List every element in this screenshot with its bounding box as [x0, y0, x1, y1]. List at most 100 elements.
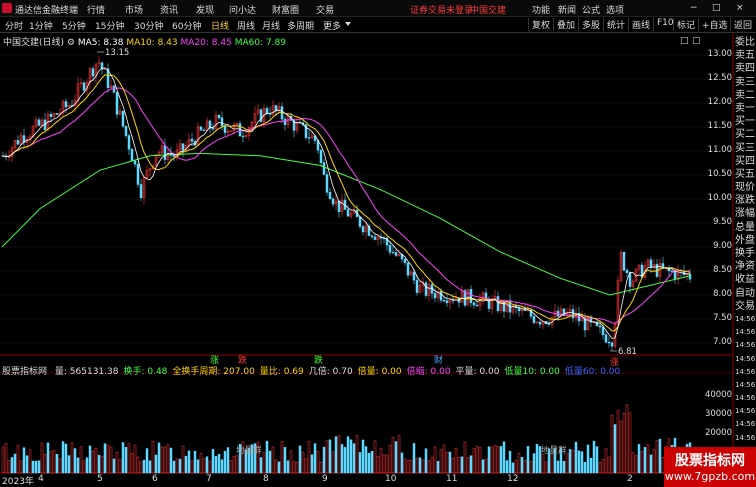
side-panel-item[interactable]: 卖三 — [735, 76, 756, 89]
volume-bar — [565, 453, 569, 474]
side-panel-item[interactable]: 14:56 — [735, 379, 756, 392]
period-monthly[interactable]: 月线 — [262, 19, 280, 32]
menu-shichang[interactable]: 市场 — [125, 3, 143, 16]
period-15min[interactable]: 15分钟 — [95, 19, 124, 32]
side-panel-item[interactable]: 14:56 — [735, 353, 756, 366]
menu-jiaoyi[interactable]: 交易 — [316, 3, 334, 16]
side-panel-item[interactable]: 14:56 — [735, 366, 756, 379]
huaxian-button[interactable]: 画线 — [628, 18, 653, 31]
candle-body — [388, 244, 392, 253]
menu-zixun[interactable]: 资讯 — [160, 3, 178, 16]
menu-faxian[interactable]: 发现 — [196, 3, 214, 16]
side-panel-item[interactable]: 卖五 — [735, 49, 756, 62]
indicator-value: 低量60: 0.00 — [564, 367, 621, 377]
volume-bar — [505, 460, 509, 474]
more-chevron-down-icon[interactable] — [345, 22, 351, 26]
back-button[interactable]: 返回 — [730, 18, 755, 31]
candle-body — [373, 236, 377, 240]
menu-hangqing[interactable]: 行情 — [87, 3, 105, 16]
side-panel-item[interactable]: 自动 — [735, 287, 756, 300]
side-panel-item[interactable]: 换手 — [735, 247, 756, 260]
volume-bar — [640, 450, 644, 474]
side-panel-item[interactable]: 涨幅 — [735, 207, 756, 220]
volume-bar — [616, 410, 620, 474]
tongji-button[interactable]: 统计 — [603, 18, 628, 31]
stock-link[interactable]: 中国交建 — [470, 3, 506, 16]
side-panel-item[interactable]: 外盘 — [735, 234, 756, 247]
duogu-button[interactable]: 多股 — [578, 18, 603, 31]
kline-chart[interactable]: 13.15 6.81 涨 跌 跌 财 涨 地量群 地量群 — [0, 33, 756, 487]
side-panel-item[interactable]: 14:56 — [735, 418, 756, 431]
volume-bar — [562, 461, 566, 474]
volume-bar — [319, 462, 323, 474]
candle-body — [496, 296, 500, 311]
side-panel-item[interactable]: 14:56 — [735, 405, 756, 418]
volume-bar — [628, 412, 632, 474]
title-bar: 通达信金融终端 行情 市场 资讯 发现 问小达 财富圈 交易 证券交易未登录 中… — [0, 0, 756, 17]
side-panel-item[interactable]: 总量 — [735, 221, 756, 234]
period-5min[interactable]: 5分钟 — [62, 19, 86, 32]
side-panel-item[interactable]: 14:56 — [735, 313, 756, 326]
minimize-button[interactable]: − — [690, 3, 698, 13]
volume-bar — [118, 459, 122, 474]
volume-bar — [406, 460, 410, 474]
period-fenshi[interactable]: 分时 — [5, 19, 23, 32]
side-panel-item[interactable]: 买五 — [735, 168, 756, 181]
menu-gongshi[interactable]: 公式 — [582, 3, 600, 16]
volume-bar — [508, 450, 512, 474]
period-multi[interactable]: 多周期 — [287, 19, 314, 32]
candle-body — [601, 326, 605, 335]
period-more[interactable]: 更多 — [323, 19, 341, 32]
side-panel-item[interactable]: 买四 — [735, 155, 756, 168]
candle-body — [424, 282, 428, 296]
side-panel-item[interactable]: 卖四 — [735, 62, 756, 75]
menu-gongneng[interactable]: 功能 — [532, 3, 550, 16]
period-weekly[interactable]: 周线 — [237, 19, 255, 32]
menu-xinwen[interactable]: 新闻 — [558, 3, 576, 16]
volume-bar — [595, 446, 599, 474]
volume-bar — [544, 461, 548, 474]
menu-caifuquan[interactable]: 财富圈 — [272, 3, 299, 16]
period-30min[interactable]: 30分钟 — [134, 19, 163, 32]
biaoji-button[interactable]: 标记 — [673, 18, 698, 31]
menu-wenxiaoda[interactable]: 问小达 — [229, 3, 256, 16]
menu-xuanxiang[interactable]: 选项 — [606, 3, 624, 16]
indicator-name[interactable]: 股票指标网 — [2, 367, 47, 377]
volume-bar — [568, 449, 572, 474]
fuquan-button[interactable]: 复权 — [528, 18, 553, 31]
period-1min[interactable]: 1分钟 — [29, 19, 53, 32]
side-panel-item[interactable]: 涨跌 — [735, 194, 756, 207]
maximize-button[interactable]: □ — [712, 3, 721, 13]
side-panel-item[interactable]: 净资 — [735, 260, 756, 273]
side-panel-item[interactable]: 14:56 — [735, 326, 756, 339]
login-alert[interactable]: 证券交易未登录 — [410, 3, 473, 16]
side-panel-item[interactable]: 现价 — [735, 181, 756, 194]
side-panel-item[interactable]: 交易 — [735, 300, 756, 313]
expand-icon[interactable]: □ — [680, 36, 689, 46]
side-panel-item[interactable]: 买二 — [735, 128, 756, 141]
side-panel-item[interactable]: 14:56 — [735, 392, 756, 405]
volume-bar — [349, 439, 353, 474]
side-panel-item[interactable]: 卖一 — [735, 102, 756, 115]
side-panel-item[interactable]: 买三 — [735, 142, 756, 155]
volume-bar — [532, 453, 536, 474]
volume-bar — [535, 444, 539, 474]
settings-icon[interactable]: ⚙ — [67, 38, 78, 48]
side-panel-item[interactable]: 收益 — [735, 273, 756, 286]
volume-bar — [307, 440, 311, 474]
volume-bar — [40, 442, 44, 474]
diejia-button[interactable]: 叠加 — [553, 18, 578, 31]
volume-bar — [112, 458, 116, 474]
side-panel-item[interactable]: 买一 — [735, 115, 756, 128]
side-panel-item[interactable]: 委比 — [735, 36, 756, 49]
volume-bar — [67, 455, 71, 474]
period-daily[interactable]: 日线 — [211, 19, 229, 32]
period-60min[interactable]: 60分钟 — [172, 19, 201, 32]
add-watchlist-button[interactable]: +自选 — [698, 18, 731, 31]
side-panel-item[interactable]: 14:56 — [735, 339, 756, 352]
side-panel-item[interactable]: 14:56 — [735, 432, 756, 445]
candle-body — [115, 92, 119, 115]
candle-body — [16, 140, 20, 145]
close-button[interactable]: × — [736, 3, 744, 13]
side-panel-item[interactable]: 卖二 — [735, 89, 756, 102]
